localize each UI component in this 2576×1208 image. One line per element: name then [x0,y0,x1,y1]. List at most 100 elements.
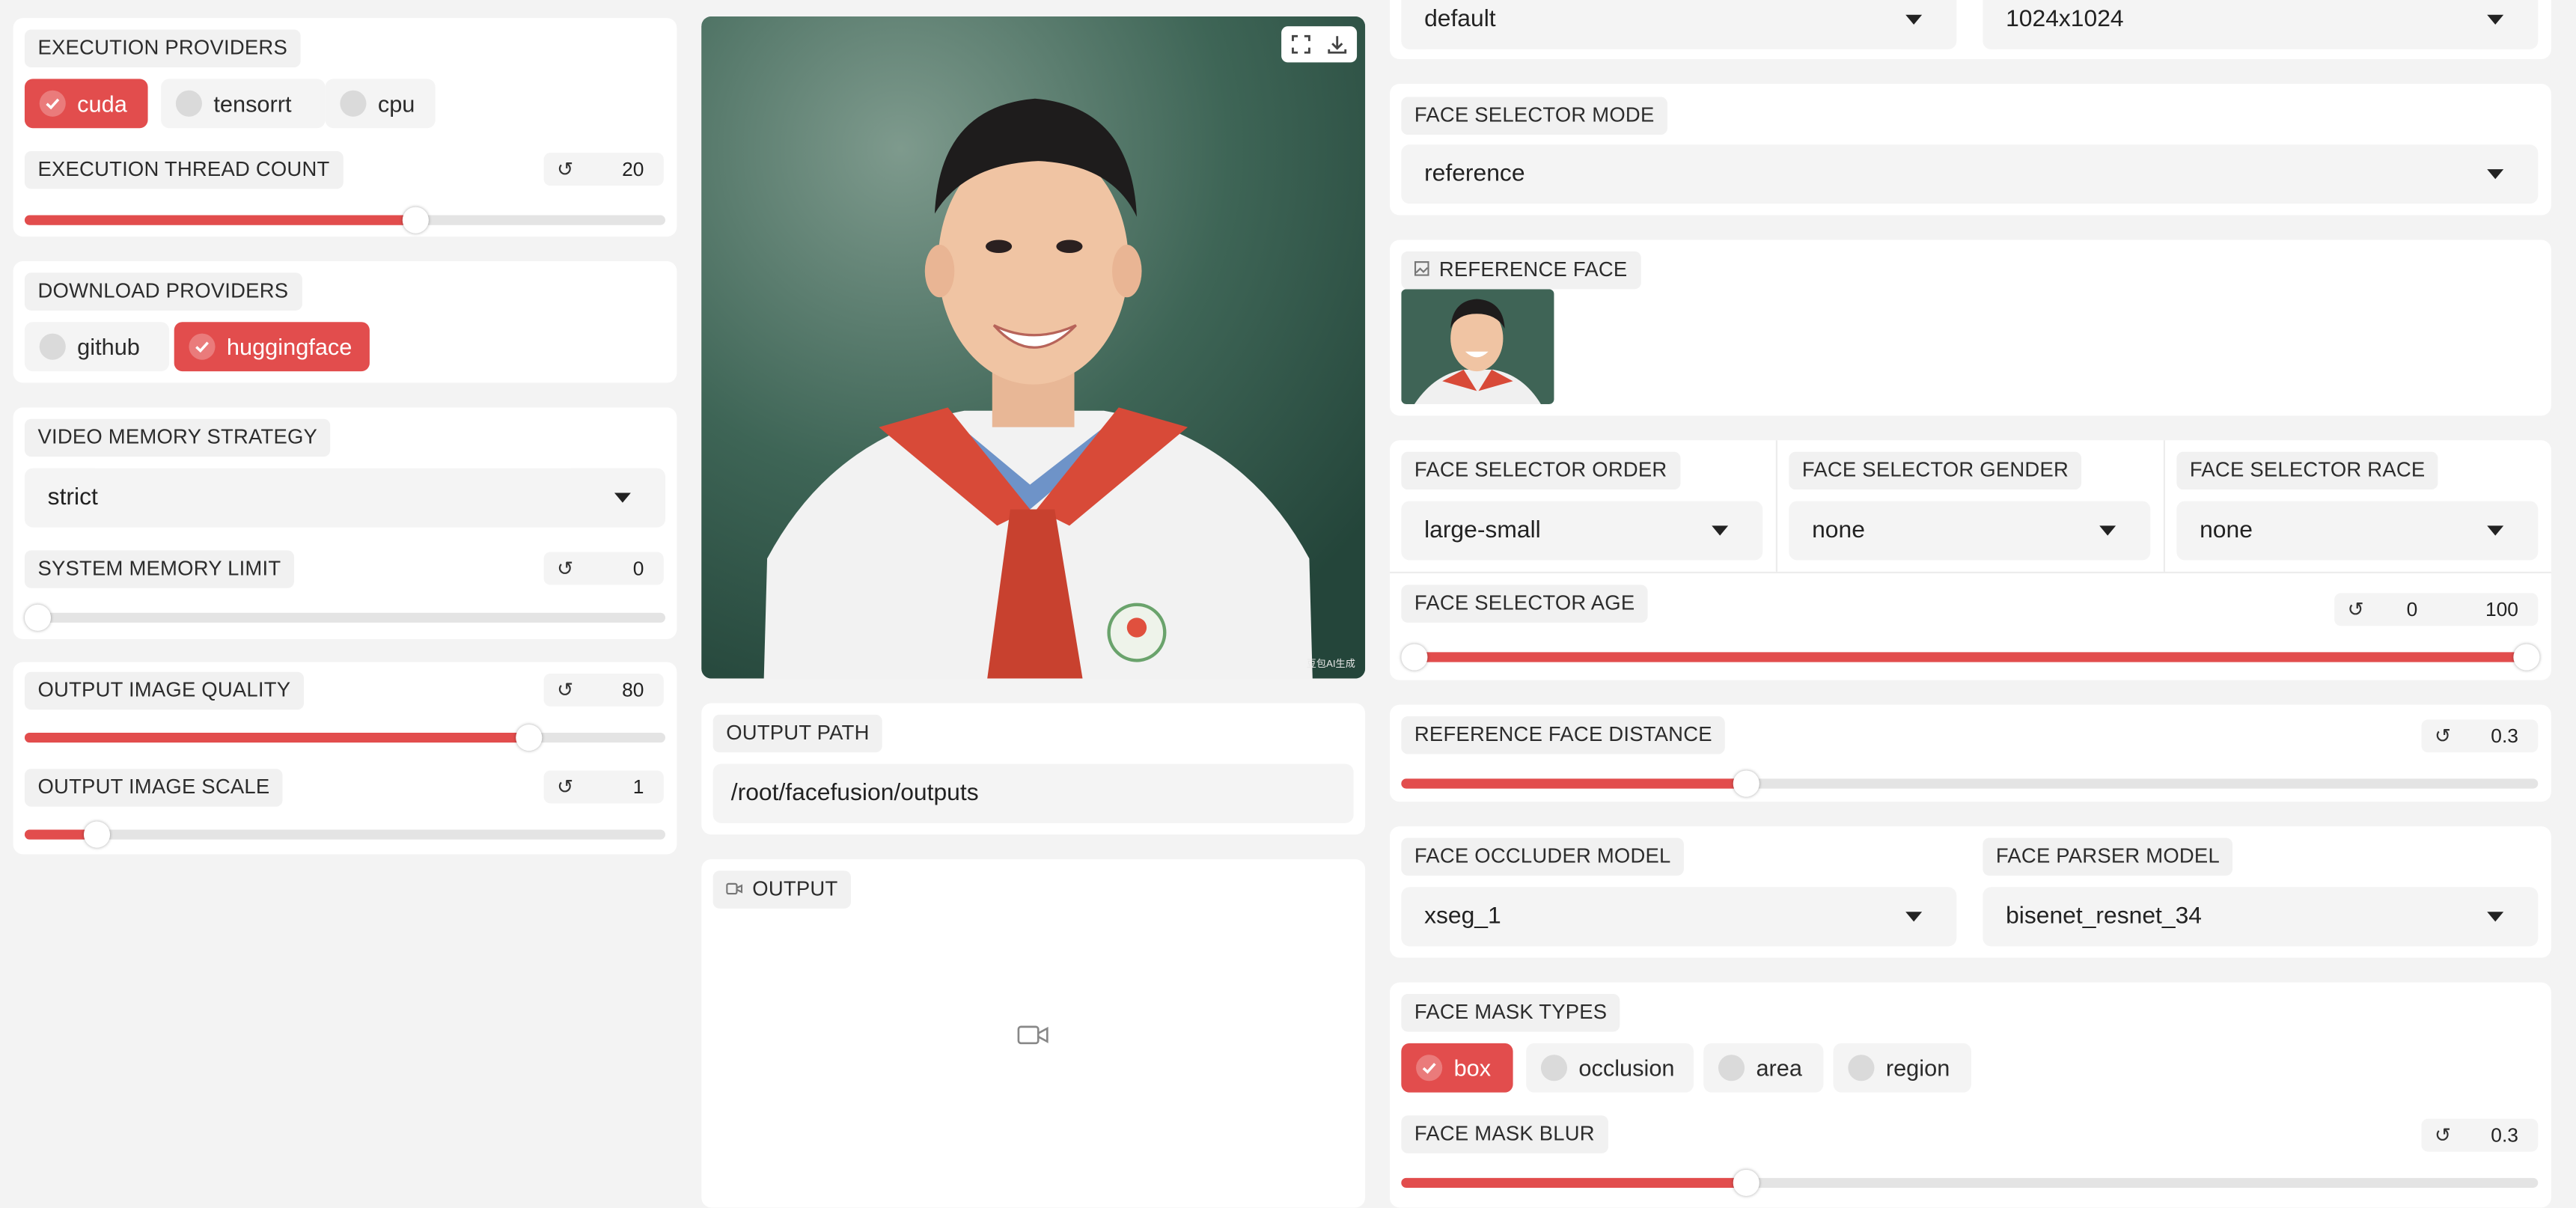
provider-github-checkbox[interactable]: github [24,322,170,372]
face-selector-race-select[interactable]: none [2176,501,2539,561]
output-image-quality-input[interactable]: ↺ 80 [543,673,664,707]
unchecked-icon [39,333,66,360]
chevron-down-icon [2487,14,2504,25]
output-label: OUTPUT [712,870,852,909]
reference-face-panel: REFERENCE FACE [1389,240,2551,416]
face-selector-age-input[interactable]: ↺ 0 100 [2334,593,2539,626]
slider-thumb[interactable] [1733,1169,1759,1196]
chevron-down-icon [2487,169,2504,180]
output-image-scale-input[interactable]: ↺ 1 [543,770,664,804]
face-occluder-model-select[interactable]: xseg_1 [1401,887,1957,947]
reference-face-thumbnail[interactable] [1401,289,1554,404]
image-icon [1414,251,1429,289]
execution-thread-count-slider[interactable] [24,207,665,234]
output-image-quality-slider[interactable] [24,724,665,751]
fullscreen-icon[interactable] [1291,34,1310,54]
face-parser-model-select[interactable]: bisenet_resnet_34 [1983,887,2539,947]
chevron-down-icon [2099,525,2116,536]
face-selector-gender-label: FACE SELECTOR GENDER [1789,451,2082,490]
face-models-panel: FACE OCCLUDER MODEL xseg_1 FACE PARSER M… [1389,826,2551,958]
face-selector-order-label: FACE SELECTOR ORDER [1401,451,1681,490]
output-image-quality-label: OUTPUT IMAGE QUALITY [24,671,304,710]
face-mask-blur-label: FACE MASK BLUR [1401,1115,1608,1153]
download-panel: DOWNLOAD PROVIDERS github huggingface [13,261,677,383]
top-right-select[interactable]: 1024x1024 [1983,0,2539,49]
mask-box-checkbox[interactable]: box [1401,1043,1513,1093]
face-selector-gender-select[interactable]: none [1789,501,2151,561]
provider-tensorrt-checkbox[interactable]: tensorrt [161,79,326,129]
output-path-label: OUTPUT PATH [712,714,883,753]
system-memory-limit-slider[interactable] [24,604,665,631]
face-selector-panel: FACE SELECTOR ORDER large-small FACE SEL… [1389,440,2551,680]
slider-thumb[interactable] [516,724,543,751]
execution-panel: EXECUTION PROVIDERS cuda tensorrt cpu EX… [13,18,677,237]
face-selector-mode-select[interactable]: reference [1401,144,2539,204]
slider-thumb[interactable] [1733,770,1759,797]
chevron-down-icon [2487,912,2504,922]
video-memory-strategy-select[interactable]: strict [24,468,665,528]
mask-occlusion-checkbox[interactable]: occlusion [1526,1043,1694,1093]
face-parser-model-label: FACE PARSER MODEL [1983,838,2233,876]
unchecked-icon [340,90,367,117]
preview-portrait-image [701,16,1366,679]
chevron-down-icon [2487,525,2504,536]
output-image-scale-slider[interactable] [24,821,665,848]
download-icon[interactable] [1328,34,1347,54]
reset-icon[interactable]: ↺ [2435,719,2451,752]
age-max-value[interactable]: 100 [2485,593,2518,626]
output-image-scale-label: OUTPUT IMAGE SCALE [24,769,283,807]
output-path-input[interactable]: /root/facefusion/outputs [712,763,1354,823]
reset-icon[interactable]: ↺ [557,153,573,186]
reference-face-distance-label: REFERENCE FACE DISTANCE [1401,716,1726,754]
face-mask-panel: FACE MASK TYPES box occlusion area regio… [1389,982,2551,1208]
unchecked-icon [1540,1055,1568,1082]
slider-thumb[interactable] [402,207,429,234]
slider-thumb[interactable] [83,821,111,848]
mask-area-checkbox[interactable]: area [1703,1043,1824,1093]
top-left-select[interactable]: default [1401,0,1957,49]
top-selects-panel: default 1024x1024 [1389,0,2551,60]
reset-icon[interactable]: ↺ [2348,593,2364,626]
reference-face-distance-panel: REFERENCE FACE DISTANCE ↺ 0.3 [1389,704,2551,802]
face-selector-order-select[interactable]: large-small [1401,501,1763,561]
face-occluder-model-label: FACE OCCLUDER MODEL [1401,838,1685,876]
slider-thumb-max[interactable] [2513,644,2540,671]
face-mask-blur-input[interactable]: ↺ 0.3 [2421,1118,2539,1152]
reference-face-distance-input[interactable]: ↺ 0.3 [2421,719,2539,753]
check-icon [1416,1055,1443,1082]
execution-providers-label: EXECUTION PROVIDERS [24,29,301,67]
reset-icon[interactable]: ↺ [557,770,573,803]
video-camera-icon [726,871,743,909]
chevron-down-icon [1712,525,1729,536]
download-providers-label: DOWNLOAD PROVIDERS [24,272,302,311]
provider-huggingface-checkbox[interactable]: huggingface [174,322,370,372]
slider-thumb-min[interactable] [1401,644,1428,671]
chevron-down-icon [1905,14,1923,25]
execution-thread-count-input[interactable]: ↺ 20 [543,153,664,186]
output-path-panel: OUTPUT PATH /root/facefusion/outputs [701,703,1366,835]
watermark-text: 豆包AI生成 [1306,660,1355,671]
face-selector-mode-label: FACE SELECTOR MODE [1401,97,1668,135]
face-mask-blur-slider[interactable] [1401,1169,2539,1196]
chevron-down-icon [614,492,631,503]
image-toolbar [1281,26,1358,63]
system-memory-limit-label: SYSTEM MEMORY LIMIT [24,550,294,588]
check-icon [189,333,216,360]
system-memory-limit-input[interactable]: ↺ 0 [543,552,664,585]
reset-icon[interactable]: ↺ [2435,1119,2451,1152]
slider-thumb[interactable] [24,604,52,631]
mask-region-checkbox[interactable]: region [1833,1043,1971,1093]
provider-cuda-checkbox[interactable]: cuda [24,79,148,129]
memory-panel: VIDEO MEMORY STRATEGY strict SYSTEM MEMO… [13,407,677,639]
reset-icon[interactable]: ↺ [557,552,573,585]
provider-cpu-checkbox[interactable]: cpu [325,79,436,129]
preview-image-panel: 豆包AI生成 [701,16,1366,679]
output-panel: OUTPUT [701,858,1366,1208]
face-selector-age-slider[interactable] [1401,644,2540,671]
reference-face-distance-slider[interactable] [1401,770,2539,797]
reset-icon[interactable]: ↺ [557,674,573,707]
age-min-value[interactable]: 0 [2407,593,2418,626]
execution-thread-count-label: EXECUTION THREAD COUNT [24,150,344,189]
unchecked-icon [175,90,202,117]
output-image-panel: OUTPUT IMAGE QUALITY ↺ 80 OUTPUT IMAGE S… [13,662,677,855]
